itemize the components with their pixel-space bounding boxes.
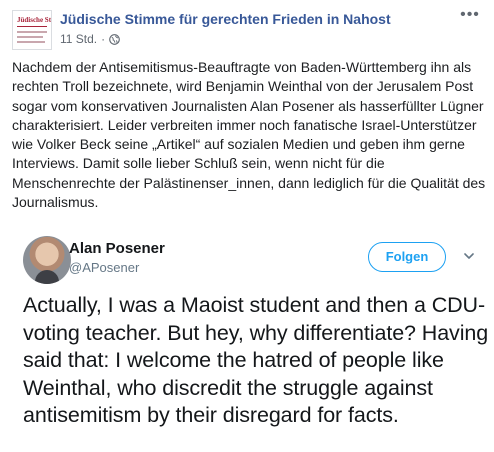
tweet-author-name[interactable]: Alan Posener <box>69 240 165 257</box>
logo-line <box>17 36 43 38</box>
tweet-author-handle[interactable]: @APosener <box>69 260 139 275</box>
page-avatar[interactable]: Jüdische Stimme <box>12 10 52 50</box>
page-name-link[interactable]: Jüdische Stimme für gerechten Frieden in… <box>60 11 391 27</box>
avatar[interactable] <box>23 236 71 284</box>
meta-separator: · <box>101 32 106 46</box>
post-header: Jüdische Stimme Jüdische Stimme für gere… <box>12 7 482 52</box>
embedded-tweet[interactable]: Alan Posener @APosener Folgen Actually, … <box>0 222 494 452</box>
logo-line <box>17 31 47 33</box>
logo-line <box>17 41 45 43</box>
page-logo: Jüdische Stimme <box>17 16 52 24</box>
logo-divider <box>17 26 47 27</box>
follow-button[interactable]: Folgen <box>368 242 446 272</box>
chevron-down-icon[interactable] <box>462 249 476 263</box>
post-timestamp[interactable]: 11 Std. <box>60 32 97 46</box>
post-meta: 11 Std. · <box>60 32 120 46</box>
globe-icon[interactable] <box>109 33 120 45</box>
tweet-text: Actually, I was a Maoist student and the… <box>23 293 489 427</box>
more-icon[interactable]: ••• <box>458 7 482 26</box>
post-body-text: Nachdem der Antisemitismus-Beauftragte v… <box>12 59 486 211</box>
